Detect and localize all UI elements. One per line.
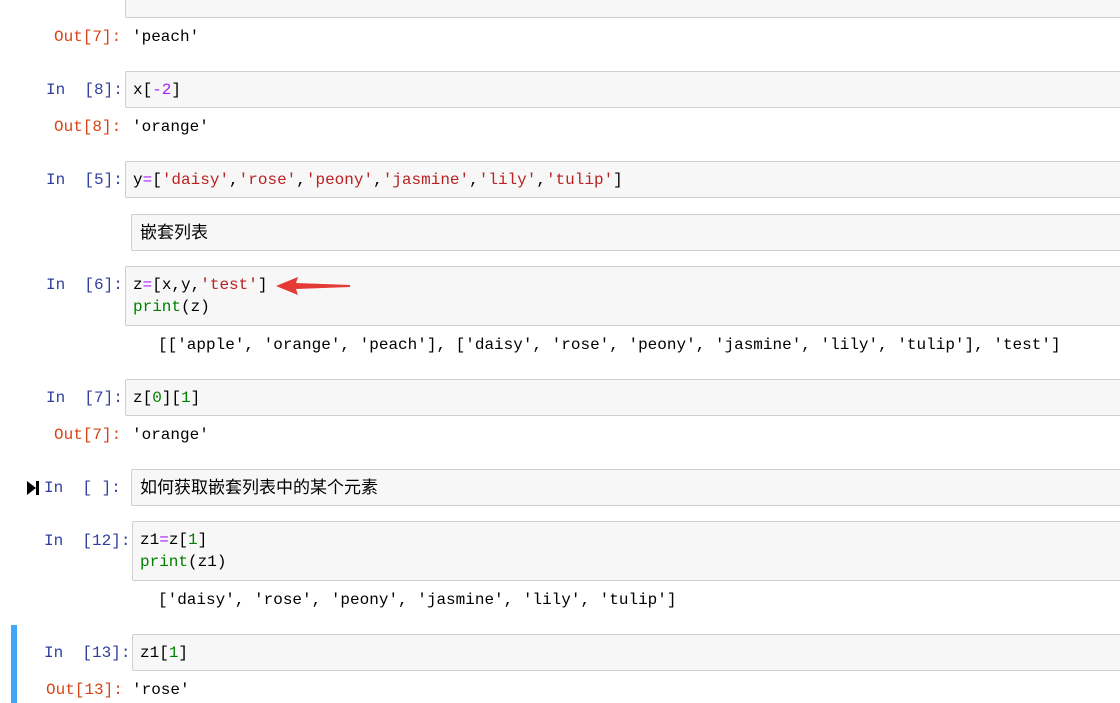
code-cell-13[interactable]: z1[1] [132,634,1120,671]
code-line-1: z=[x,y,'test'] [133,276,268,294]
code-line-1: z1=z[1] [140,531,208,549]
code-line: x[-2] [133,81,182,99]
code-cell-7[interactable]: z[0][1] [125,379,1120,416]
code-cell-5[interactable]: y=['daisy','rose','peony','jasmine','lil… [125,161,1120,198]
in-prompt: In [7]: [46,389,123,407]
out-prompt: Out[7]: [54,426,122,444]
in-prompt: In [12]: [44,532,131,550]
markdown-cell-question[interactable]: 如何获取嵌套列表中的某个元素 [131,469,1120,506]
code-cell-7-partial[interactable] [125,0,1120,18]
output-text: 'orange' [132,118,209,136]
stdout-text: [['apple', 'orange', 'peach'], ['daisy',… [158,336,1061,354]
out-prompt: Out[8]: [54,118,122,136]
out-prompt: Out[7]: [54,28,122,46]
output-text: 'rose' [132,681,190,699]
code-line: y=['daisy','rose','peony','jasmine','lil… [133,171,623,189]
stdout-text: ['daisy', 'rose', 'peony', 'jasmine', 'l… [158,591,677,609]
notebook: Out[7]: 'peach' In [8]: x[-2] Out[8]: 'o… [0,0,1120,703]
markdown-cell-nested-list[interactable]: 嵌套列表 [131,214,1120,251]
markdown-text: 嵌套列表 [140,223,208,243]
in-prompt: In [8]: [46,81,123,99]
red-arrow-icon [276,277,350,295]
output-text: 'orange' [132,426,209,444]
code-line-2: print(z) [133,298,210,316]
code-cell-8[interactable]: x[-2] [125,71,1120,108]
code-line: z1[1] [140,644,189,662]
selected-cell-indicator [11,625,17,703]
in-prompt: In [6]: [46,276,123,294]
code-line-2: print(z1) [140,553,227,571]
code-cell-6[interactable]: z=[x,y,'test'] print(z) [125,266,1120,326]
code-line: z[0][1] [133,389,201,407]
code-cell-12[interactable]: z1=z[1] print(z1) [132,521,1120,581]
markdown-text: 如何获取嵌套列表中的某个元素 [140,478,378,498]
in-prompt: In [5]: [46,171,123,189]
run-cell-icon[interactable] [27,480,39,496]
in-prompt: In [13]: [44,644,131,662]
output-text: 'peach' [132,28,200,46]
in-prompt: In [ ]: [44,479,121,497]
out-prompt: Out[13]: [46,681,123,699]
